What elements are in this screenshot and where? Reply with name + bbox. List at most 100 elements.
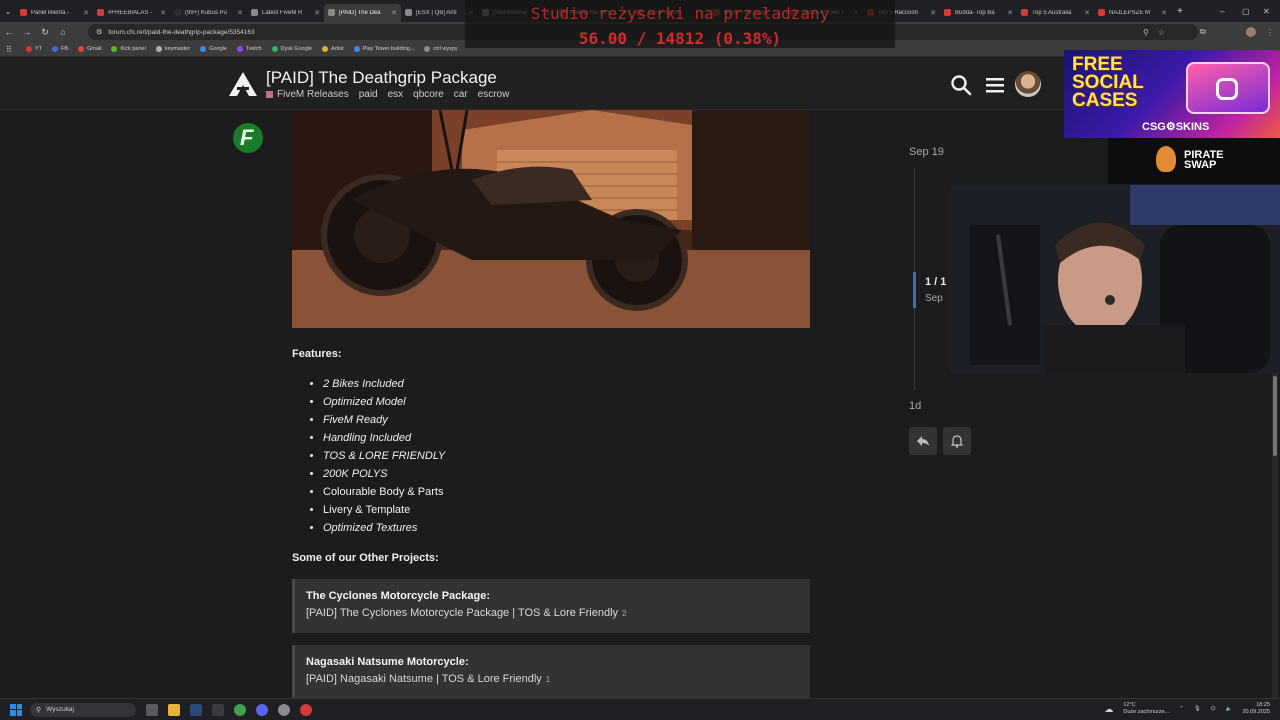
close-window-icon[interactable]: ✕ bbox=[1263, 7, 1270, 16]
browser-tab[interactable]: #FREEBIALAS - ✕ bbox=[93, 4, 170, 22]
onebox-cyclones[interactable]: The Cyclones Motorcycle Package: [PAID] … bbox=[292, 579, 810, 633]
taskbar-search-field[interactable]: ⚲ Wyszukaj bbox=[30, 702, 136, 717]
tag-qbcore[interactable]: qbcore bbox=[413, 89, 444, 100]
tab-close-icon[interactable]: ✕ bbox=[237, 9, 243, 17]
clock-time: 18:25 bbox=[1256, 702, 1270, 708]
tab-close-icon[interactable]: ✕ bbox=[314, 9, 320, 17]
post-image-motorcycle[interactable] bbox=[292, 110, 810, 328]
profile-icon[interactable] bbox=[1246, 27, 1256, 37]
onebox-link[interactable]: [PAID] The Cyclones Motorcycle Package |… bbox=[306, 607, 810, 619]
tab-close-icon[interactable]: ✕ bbox=[1007, 9, 1013, 17]
timeline-end-date[interactable]: 1d bbox=[909, 400, 921, 412]
browser-tab[interactable]: [PAID] The Dea ✕ bbox=[324, 3, 401, 22]
cfx-logo[interactable] bbox=[229, 72, 257, 96]
onebox-nagasaki[interactable]: Nagasaki Natsume Motorcycle: [PAID] Naga… bbox=[292, 645, 810, 699]
tab-close-icon[interactable]: ✕ bbox=[83, 9, 89, 17]
back-icon[interactable]: ← bbox=[0, 27, 18, 37]
onebox-link[interactable]: [PAID] Nagasaki Natsume | TOS & Lore Fri… bbox=[306, 673, 810, 685]
bookmark-star-icon[interactable]: ☆ bbox=[1158, 28, 1165, 37]
extensions-icon[interactable]: ⧉ bbox=[1200, 27, 1206, 37]
search-icon[interactable] bbox=[950, 74, 972, 96]
tag-car[interactable]: car bbox=[454, 89, 468, 100]
bookmark-item[interactable]: keymaster bbox=[155, 46, 190, 52]
new-tab-button[interactable]: + bbox=[1177, 6, 1183, 17]
reload-icon[interactable]: ↻ bbox=[36, 27, 54, 38]
tag-paid[interactable]: paid bbox=[359, 89, 378, 100]
overlay-line-1: Studio reżyserki na przeładzany bbox=[530, 4, 830, 23]
notification-button[interactable] bbox=[943, 427, 971, 455]
minimize-icon[interactable]: – bbox=[1220, 7, 1224, 16]
tab-search-icon[interactable]: ⌄ bbox=[0, 7, 16, 16]
bookmark-item[interactable]: Twitch bbox=[236, 46, 262, 52]
browser-tab[interactable]: (99+) Kubuś Pu ✕ bbox=[170, 4, 247, 22]
task-view-icon[interactable] bbox=[146, 703, 158, 716]
ad-banner-csgoskins[interactable]: FREE SOCIAL CASES CSG⚙SKINS bbox=[1064, 50, 1280, 138]
tab-close-icon[interactable]: ✕ bbox=[391, 9, 397, 17]
timeline-handle[interactable] bbox=[913, 272, 916, 308]
overlay-line-2: 56.00 / 14812 (0.38%) bbox=[578, 29, 782, 48]
windows-start-icon[interactable] bbox=[10, 703, 22, 716]
file-explorer-icon[interactable] bbox=[168, 703, 180, 716]
zoom-icon[interactable]: ⚲ bbox=[1143, 28, 1149, 37]
bookmark-item[interactable]: YT bbox=[26, 46, 42, 52]
obs-icon[interactable] bbox=[300, 703, 312, 716]
tab-close-icon[interactable]: ✕ bbox=[930, 9, 936, 17]
browser-tab[interactable]: Latest FiveM R ✕ bbox=[247, 4, 324, 22]
volume-icon[interactable]: 🔈 bbox=[1226, 706, 1233, 712]
hamburger-menu-icon[interactable] bbox=[984, 74, 1006, 96]
tab-close-icon[interactable]: ✕ bbox=[1084, 9, 1090, 17]
browser-tab[interactable]: Budda- Top Ba ✕ bbox=[940, 4, 1017, 22]
clock[interactable]: 18:25 20.09.2025 bbox=[1242, 702, 1270, 716]
onebox-title: The Cyclones Motorcycle Package: bbox=[306, 590, 491, 602]
weather-icon[interactable]: ☁ bbox=[1104, 704, 1113, 715]
bookmark-item[interactable]: Artist bbox=[322, 46, 344, 52]
steam-icon[interactable] bbox=[190, 703, 202, 716]
tab-close-icon[interactable]: ✕ bbox=[1161, 9, 1167, 17]
topic-title[interactable]: [PAID] The Deathgrip Package bbox=[266, 68, 497, 88]
chrome-icon[interactable] bbox=[234, 703, 246, 716]
timeline-start-date[interactable]: Sep 19 bbox=[909, 146, 944, 158]
terminal-icon[interactable] bbox=[212, 703, 224, 716]
forward-icon[interactable]: → bbox=[18, 27, 36, 37]
microphone-icon[interactable]: 🎙 bbox=[1194, 706, 1201, 712]
bookmark-favicon-icon bbox=[111, 46, 118, 52]
tray-chevron-icon[interactable]: ⌃ bbox=[1179, 706, 1184, 712]
page-scrollbar-thumb[interactable] bbox=[1273, 376, 1277, 456]
settings-icon[interactable] bbox=[278, 703, 290, 716]
weather-info[interactable]: 12°C Duże zachmurze... bbox=[1123, 702, 1169, 716]
ad-banner-pirateswap[interactable]: PIRATE SWAP bbox=[1108, 138, 1280, 184]
apps-icon[interactable]: ⠿ bbox=[6, 45, 12, 54]
bookmark-item[interactable]: Kick panel bbox=[111, 46, 146, 52]
tab-title: #FREEBIALAS - bbox=[108, 9, 153, 16]
browser-tab[interactable]: NAJLEPSZE M ✕ bbox=[1094, 4, 1171, 22]
bookmark-item[interactable]: Gmail bbox=[78, 46, 101, 52]
bookmark-item[interactable]: Dysk Google bbox=[271, 46, 313, 52]
bookmark-favicon-icon bbox=[155, 46, 162, 52]
tag-esx[interactable]: esx bbox=[388, 89, 404, 100]
bookmark-label: Kick panel bbox=[120, 46, 146, 52]
browser-menu-icon[interactable]: ⋮ bbox=[1266, 28, 1274, 37]
maximize-icon[interactable]: ▢ bbox=[1242, 7, 1250, 16]
post-author-avatar[interactable]: F bbox=[233, 123, 263, 153]
bookmark-item[interactable]: Google bbox=[200, 46, 227, 52]
bookmark-item[interactable]: ctrl wyspy bbox=[424, 46, 458, 52]
tag-escrow[interactable]: escrow bbox=[478, 89, 510, 100]
features-list: 2 Bikes IncludedOptimized ModelFiveM Rea… bbox=[323, 377, 445, 539]
bookmark-favicon-icon bbox=[353, 46, 360, 52]
discord-icon[interactable] bbox=[256, 703, 268, 716]
reply-button[interactable] bbox=[909, 427, 937, 455]
site-info-icon[interactable]: ⚙ bbox=[96, 28, 102, 36]
browser-tab[interactable]: Panel klienta - ✕ bbox=[16, 4, 93, 22]
system-tray: ☁ 12°C Duże zachmurze... ⌃ 🎙 ⌬ 🔈 18:25 2… bbox=[1104, 702, 1270, 716]
network-icon[interactable]: ⌬ bbox=[1211, 706, 1216, 712]
category-badge[interactable]: FiveM Releases bbox=[266, 89, 349, 100]
bookmark-label: Dysk Google bbox=[280, 46, 313, 52]
user-avatar[interactable] bbox=[1015, 71, 1041, 97]
feature-item: FiveM Ready bbox=[323, 413, 445, 431]
tab-favicon-icon bbox=[251, 9, 258, 16]
browser-tab[interactable]: Top 5 Australia ✕ bbox=[1017, 4, 1094, 22]
bookmark-item[interactable]: Play Tower building... bbox=[353, 46, 414, 52]
home-icon[interactable]: ⌂ bbox=[54, 27, 72, 37]
bookmark-item[interactable]: FB bbox=[52, 46, 68, 52]
tab-close-icon[interactable]: ✕ bbox=[160, 9, 166, 17]
